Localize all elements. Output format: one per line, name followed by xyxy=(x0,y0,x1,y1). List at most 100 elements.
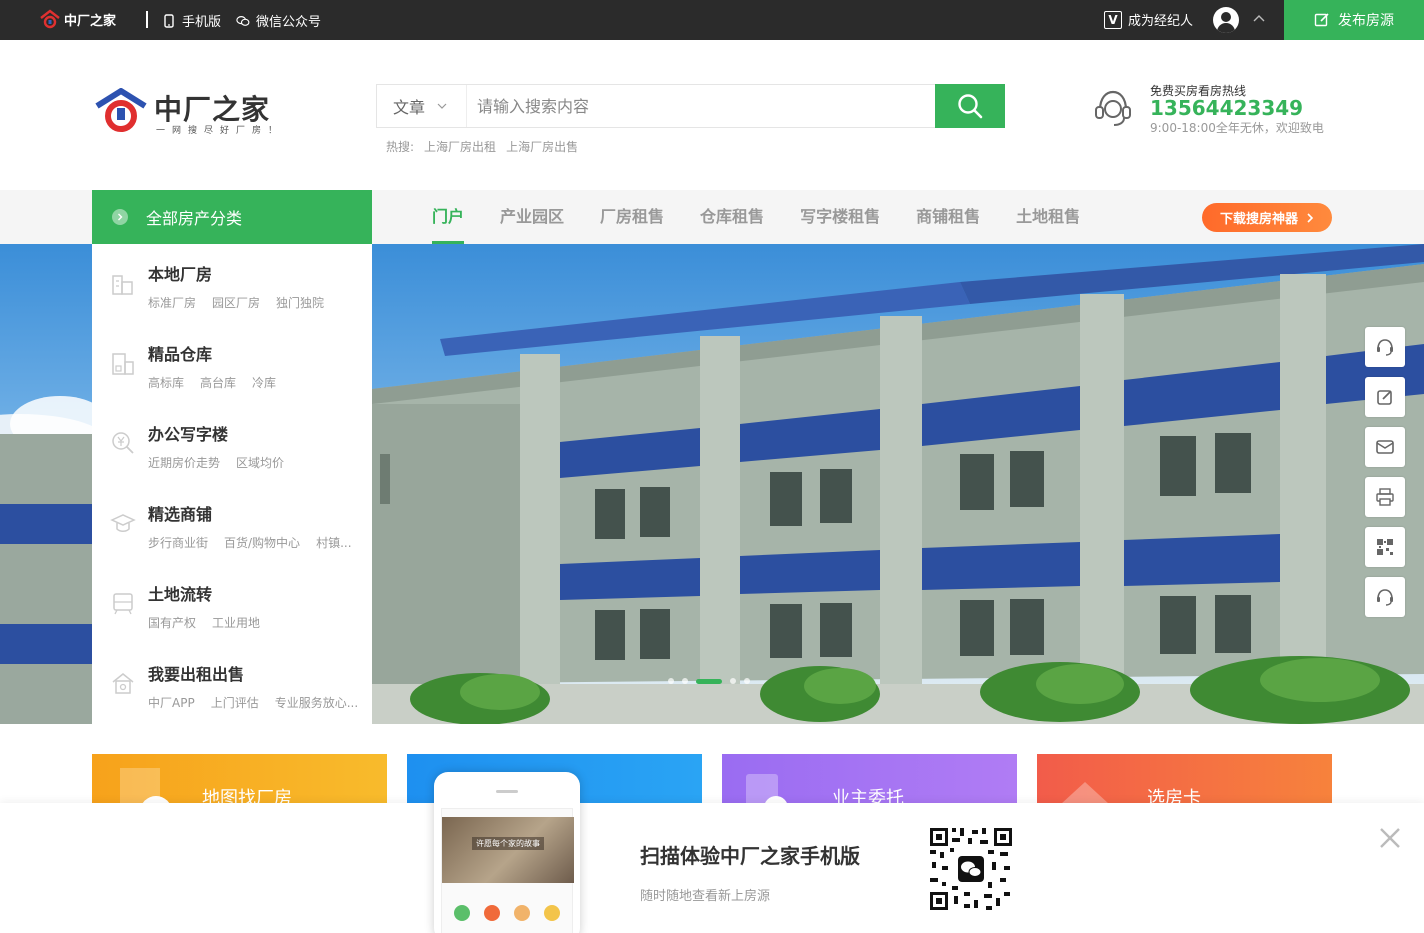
category-rent-sell[interactable]: 我要出租出售 中厂APP 上门评估 专业服务放心... xyxy=(92,644,372,724)
category-panel: 本地厂房 标准厂房 园区厂房 独门独院 精品仓库 高标库 高台库 冷库 办公写字楼 近期… xyxy=(92,244,372,724)
carousel-dot[interactable] xyxy=(744,678,750,684)
app-icon xyxy=(1376,488,1394,506)
wechat-account-link[interactable]: 微信公众号 xyxy=(236,11,321,30)
phone-speaker xyxy=(496,790,518,793)
category-shop[interactable]: 精选商铺 步行商业街 百货/购物中心 村镇... xyxy=(92,484,372,564)
side-toolbar xyxy=(1365,327,1405,627)
category-sub-link[interactable]: 标准厂房 xyxy=(148,294,196,311)
top-bar: 中厂之家 手机版 微信公众号 V 成为经纪人 发布房源 xyxy=(0,0,1424,40)
avatar-head xyxy=(1221,12,1231,22)
category-office[interactable]: 办公写字楼 近期房价走势 区域均价 xyxy=(92,404,372,484)
hot-search-item[interactable]: 上海厂房出售 xyxy=(506,138,578,155)
become-agent-link[interactable]: V 成为经纪人 xyxy=(1104,10,1193,29)
carousel-dot-active[interactable] xyxy=(696,678,722,684)
topbar-logo-text: 中厂之家 xyxy=(64,13,117,29)
price-search-icon xyxy=(112,432,134,454)
side-tool-service-2[interactable] xyxy=(1365,577,1405,617)
carousel-dot[interactable] xyxy=(668,678,674,684)
hot-searches-label: 热搜: xyxy=(386,140,415,154)
app-orange-icon xyxy=(484,905,500,921)
app-green-icon xyxy=(454,905,470,921)
phone-icon xyxy=(164,13,174,28)
download-app-button[interactable]: 下载搜房神器 xyxy=(1202,203,1332,232)
factory-icon xyxy=(112,275,133,295)
mobile-version-label: 手机版 xyxy=(182,15,222,30)
carousel-indicators xyxy=(668,678,750,684)
category-sub-link[interactable]: 园区厂房 xyxy=(212,294,260,311)
nav-tab-factory[interactable]: 厂房租售 xyxy=(582,190,682,244)
phone-screen: 许愿每个家的故事 xyxy=(441,808,574,933)
side-tool-service[interactable] xyxy=(1365,327,1405,367)
publish-listing-button[interactable]: 发布房源 xyxy=(1284,0,1424,40)
topbar-logo[interactable]: 中厂之家 xyxy=(40,9,116,29)
nav-tab-office[interactable]: 写字楼租售 xyxy=(782,190,898,244)
category-sub-link[interactable]: 专业服务放心... xyxy=(275,694,358,711)
category-title: 精品仓库 xyxy=(148,345,213,364)
download-app-label: 下载搜房神器 xyxy=(1219,212,1298,227)
site-logo[interactable]: 中厂之家 一网搜尽好厂房！ xyxy=(94,88,284,138)
user-avatar[interactable] xyxy=(1213,7,1239,33)
category-warehouse[interactable]: 精品仓库 高标库 高台库 冷库 xyxy=(92,324,372,404)
category-sub-link[interactable]: 独门独院 xyxy=(276,294,324,311)
nav-tab-portal[interactable]: 门户 xyxy=(414,190,482,244)
category-sub-link[interactable]: 步行商业街 xyxy=(148,534,208,551)
category-title: 精选商铺 xyxy=(148,505,213,524)
search-button[interactable] xyxy=(935,84,1005,128)
nav-tab-shop[interactable]: 商铺租售 xyxy=(898,190,998,244)
nav-tab-industrial-park[interactable]: 产业园区 xyxy=(482,190,582,244)
category-sub-link[interactable]: 区域均价 xyxy=(236,454,284,471)
hot-search-item[interactable]: 上海厂房出租 xyxy=(424,138,496,155)
wechat-icon xyxy=(236,15,250,26)
qrcode-image xyxy=(928,826,1014,912)
nav-tab-warehouse[interactable]: 仓库租售 xyxy=(682,190,782,244)
search-scope-select[interactable]: 文章 xyxy=(377,85,467,127)
house-logo-icon xyxy=(40,9,60,29)
phone-screen-banner: 许愿每个家的故事 xyxy=(442,817,574,883)
publish-listing-label: 发布房源 xyxy=(1338,13,1394,29)
logo-slogan: 一网搜尽好厂房！ xyxy=(156,126,285,136)
mobile-version-link[interactable]: 手机版 xyxy=(162,11,221,30)
carousel-dot[interactable] xyxy=(730,678,736,684)
house-logo-icon xyxy=(95,88,147,132)
phone-mockup: 许愿每个家的故事 xyxy=(434,772,580,933)
category-title: 办公写字楼 xyxy=(148,425,229,444)
chevron-right-circle-icon xyxy=(112,209,128,225)
house-icon xyxy=(112,673,134,694)
customer-service-icon xyxy=(1095,90,1131,126)
category-sub-link[interactable]: 村镇... xyxy=(316,534,351,551)
category-title: 土地流转 xyxy=(148,585,213,604)
category-sub-link[interactable]: 冷库 xyxy=(252,374,276,391)
warehouse-icon xyxy=(112,353,134,375)
all-categories-button[interactable]: 全部房产分类 xyxy=(92,190,372,244)
category-sub-link[interactable]: 高台库 xyxy=(200,374,236,391)
qrcode-icon xyxy=(1377,539,1393,555)
phone-screen-icons xyxy=(454,905,560,921)
category-sub-link[interactable]: 高标库 xyxy=(148,374,184,391)
side-tool-app[interactable] xyxy=(1365,477,1405,517)
side-tool-edit[interactable] xyxy=(1365,377,1405,417)
category-land[interactable]: 土地流转 国有产权 工业用地 xyxy=(92,564,372,644)
all-categories-label: 全部房产分类 xyxy=(146,209,243,228)
category-sub-link[interactable]: 百货/购物中心 xyxy=(224,534,300,551)
hotline-phone[interactable]: 13564423349 xyxy=(1150,96,1303,120)
category-sub-link[interactable]: 上门评估 xyxy=(211,694,259,711)
search-bar: 文章 xyxy=(376,84,1005,128)
search-icon xyxy=(958,94,983,119)
side-tool-qrcode[interactable] xyxy=(1365,527,1405,567)
mail-icon xyxy=(1376,440,1394,454)
category-local-factory[interactable]: 本地厂房 标准厂房 园区厂房 独门独院 xyxy=(92,244,372,324)
popup-title: 扫描体验中厂之家手机版 xyxy=(640,844,860,868)
close-icon[interactable] xyxy=(1378,826,1402,850)
carousel-dot[interactable] xyxy=(682,678,688,684)
search-scope-value: 文章 xyxy=(393,98,426,117)
side-tool-mail[interactable] xyxy=(1365,427,1405,467)
category-sub-link[interactable]: 工业用地 xyxy=(212,614,260,631)
hotline: 免费买房看房热线 13564423349 9:00-18:00全年无休，欢迎致电 xyxy=(1094,82,1334,138)
nav-tab-land[interactable]: 土地租售 xyxy=(998,190,1098,244)
category-sub-link[interactable]: 近期房价走势 xyxy=(148,454,220,471)
chevron-up-icon[interactable] xyxy=(1252,12,1266,26)
search-input[interactable] xyxy=(467,85,935,127)
category-sub-link[interactable]: 国有产权 xyxy=(148,614,196,631)
category-sub-link[interactable]: 中厂APP xyxy=(148,694,195,711)
chevron-right-icon xyxy=(1307,212,1314,223)
